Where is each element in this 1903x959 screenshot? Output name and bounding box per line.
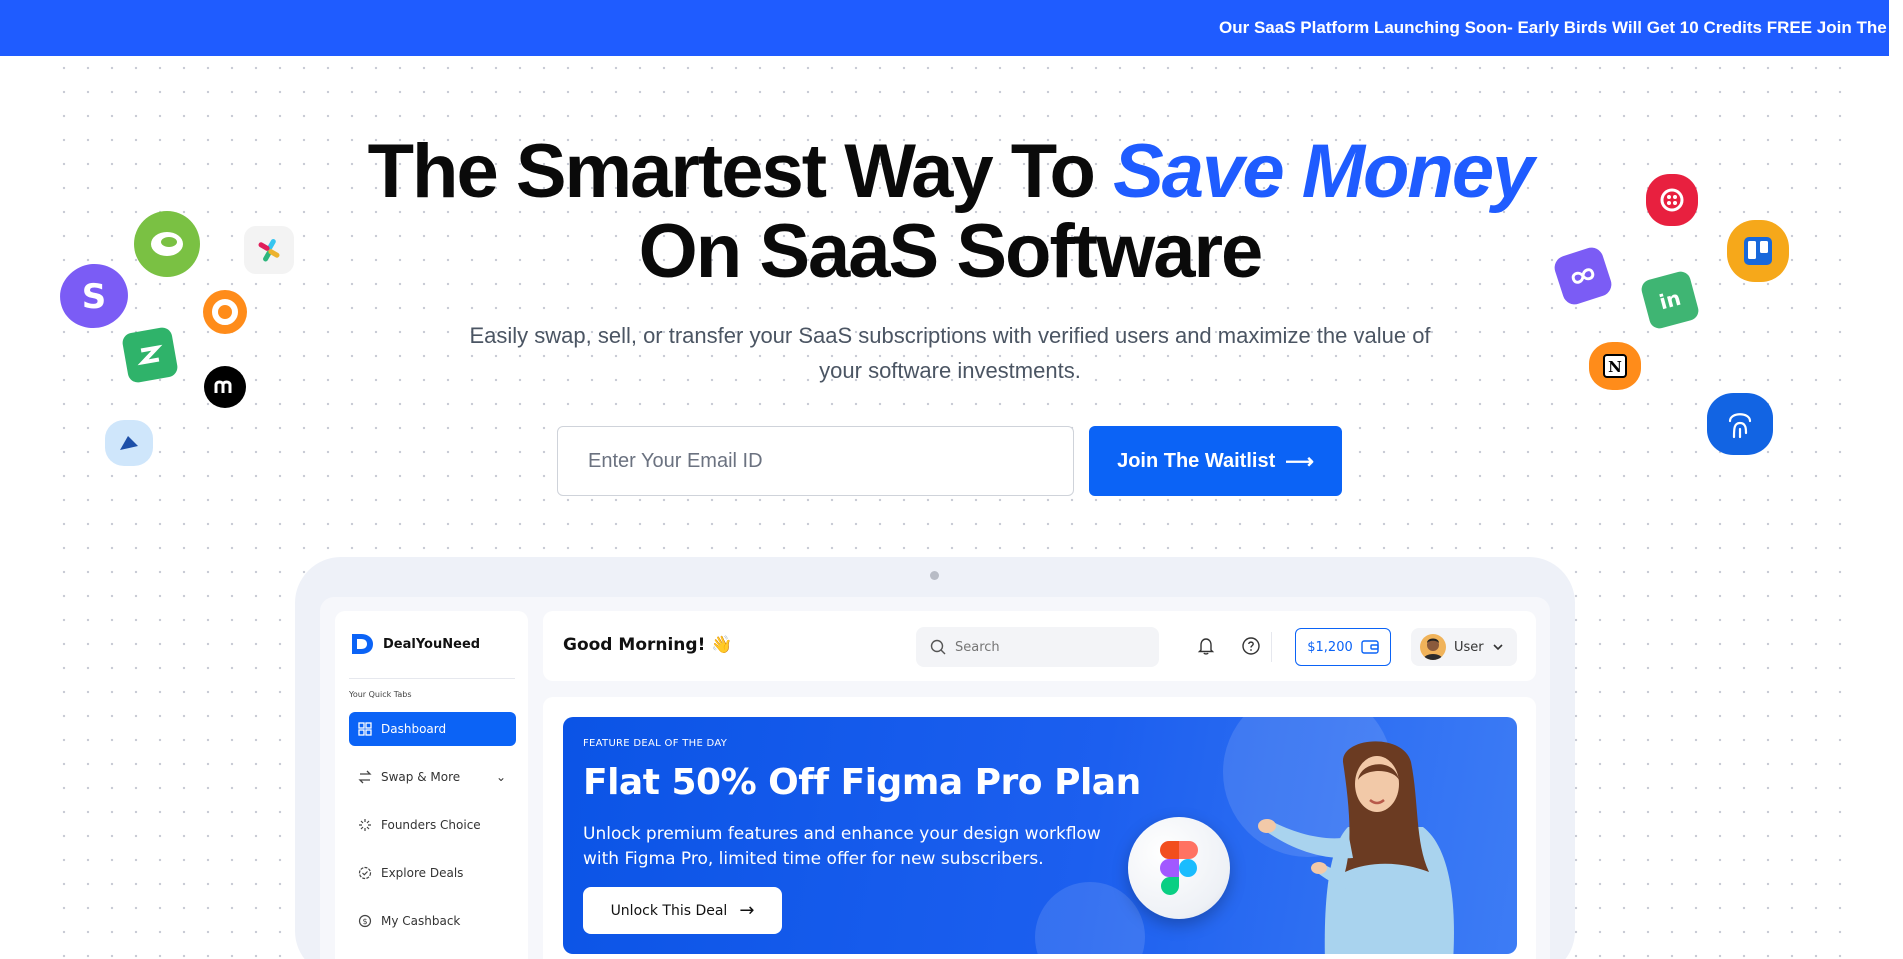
flower-icon: [1646, 174, 1698, 226]
sidebar-item-label: My Cashback: [381, 914, 461, 928]
notion-icon: N: [1589, 342, 1641, 390]
hero-subtitle: Easily swap, sell, or transfer your SaaS…: [469, 323, 1431, 383]
join-waitlist-button[interactable]: Join The Waitlist ⟶: [1089, 426, 1342, 496]
search-box[interactable]: [916, 627, 1159, 667]
sidebar-item-label: Founders Choice: [381, 818, 481, 832]
swap-icon: [358, 770, 372, 784]
search-icon: [930, 639, 946, 655]
hero-title-line2: On SaaS Software: [638, 209, 1264, 294]
arrow-right-icon: ⟶: [1285, 450, 1314, 473]
sparkle-icon: [359, 819, 371, 831]
fingerprint-icon: [1707, 393, 1773, 455]
slack-icon: [244, 226, 294, 274]
setapp-icon: S: [58, 262, 130, 330]
bell-icon[interactable]: [1195, 635, 1217, 657]
balance-value: $1,200: [1307, 639, 1353, 655]
dashboard-topbar: Good Morning! 👋 $1,200 User: [543, 611, 1536, 681]
help-icon[interactable]: [1240, 635, 1262, 657]
search-input[interactable]: [955, 639, 1135, 655]
chevron-down-icon[interactable]: ⌄: [496, 770, 506, 784]
sidebar-item-my-cashback[interactable]: $ My Cashback: [349, 904, 516, 938]
topbar-divider: [1271, 632, 1272, 662]
sidebar-item-dashboard[interactable]: Dashboard: [349, 712, 516, 746]
quick-tabs-label: Your Quick Tabs: [349, 690, 412, 699]
chevron-down-icon: [1493, 644, 1503, 651]
sidebar-divider: [349, 678, 515, 679]
sidebar-item-label: Dashboard: [381, 722, 447, 736]
banner-title: Flat 50% Off Figma Pro Plan: [583, 762, 1141, 803]
hero-title-part1: The Smartest Way To: [367, 129, 1114, 214]
device-camera: [930, 571, 939, 580]
announcement-bar: Our SaaS Platform Launching Soon- Early …: [0, 0, 1903, 56]
user-menu[interactable]: User: [1411, 628, 1517, 666]
feature-deal-label: FEATURE DEAL OF THE DAY: [583, 738, 728, 749]
figma-logo-icon: [1128, 817, 1230, 919]
page-scrollbar[interactable]: [1889, 0, 1903, 959]
wave-icon: 👋: [711, 635, 733, 655]
dashboard-sidebar: DealYouNeed Your Quick Tabs Dashboard Sw…: [335, 611, 528, 959]
trello-icon: [1727, 220, 1789, 282]
announcement-text: Our SaaS Platform Launching Soon- Early …: [1219, 18, 1903, 37]
cashback-icon: [201, 288, 249, 336]
user-name: User: [1454, 639, 1484, 655]
email-input[interactable]: [557, 426, 1074, 496]
unlock-deal-button[interactable]: Unlock This Deal →: [583, 887, 782, 934]
hero-title-accent: Save Money: [1113, 129, 1534, 214]
arrow-right-icon: →: [739, 900, 755, 921]
decorative-circle: [1035, 882, 1145, 954]
join-waitlist-label: Join The Waitlist: [1117, 449, 1276, 472]
unlock-deal-label: Unlock This Deal: [610, 902, 728, 919]
feature-deal-banner: FEATURE DEAL OF THE DAY Flat 50% Off Fig…: [563, 717, 1517, 954]
svg-text:$: $: [362, 917, 367, 926]
badge-icon: [358, 866, 372, 880]
brand[interactable]: DealYouNeed: [349, 631, 480, 657]
woman-pointing-image: [1258, 741, 1454, 954]
banner-description: Unlock premium features and enhance your…: [583, 824, 1101, 869]
wallet-icon: [1361, 640, 1379, 654]
brand-logo-icon: [352, 634, 373, 654]
make-icon: [204, 366, 246, 408]
wallet-balance[interactable]: $1,200: [1295, 628, 1391, 666]
greeting: Good Morning! 👋: [563, 635, 732, 655]
svg-text:N: N: [1608, 358, 1622, 376]
zapier-icon: [121, 326, 179, 384]
sidebar-item-label: Explore Deals: [381, 866, 464, 880]
greeting-text: Good Morning!: [563, 635, 706, 655]
brand-name: DealYouNeed: [383, 636, 481, 652]
grid-icon: [358, 722, 372, 736]
avatar: [1420, 634, 1446, 660]
sidebar-item-swap[interactable]: Swap & More ⌄: [349, 760, 516, 794]
sidebar-item-label: Swap & More: [381, 770, 461, 784]
pig-icon: [134, 211, 200, 277]
sidebar-item-founders-choice[interactable]: Founders Choice: [349, 808, 516, 842]
sidebar-item-explore-deals[interactable]: Explore Deals: [349, 856, 516, 890]
svg-text:S: S: [82, 277, 107, 317]
hero-title: The Smartest Way To Save Money On SaaS S…: [300, 132, 1600, 292]
clipper-icon: [105, 420, 153, 466]
coin-icon: $: [358, 914, 372, 928]
